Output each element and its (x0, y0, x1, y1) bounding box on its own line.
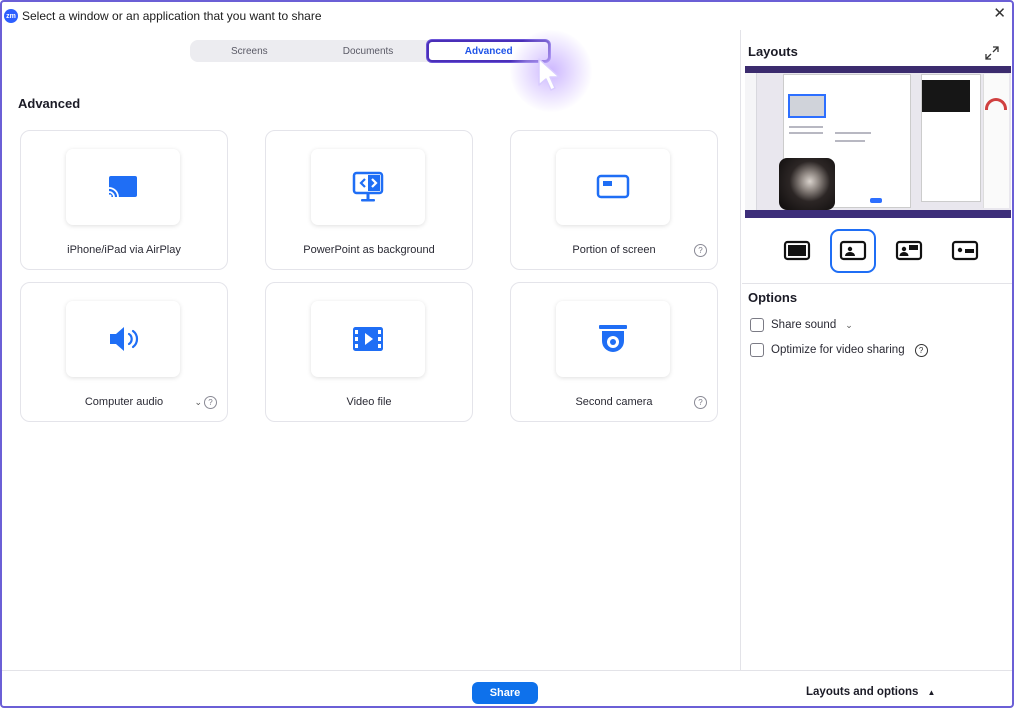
optimize-video-label: Optimize for video sharing (771, 344, 905, 356)
picture-in-picture-layout-icon (839, 240, 867, 261)
share-sound-checkbox[interactable] (750, 318, 764, 332)
layout-option-picture-in-picture[interactable] (830, 229, 876, 273)
layout-option-side-by-side-left[interactable] (886, 229, 932, 273)
layout-option-screen-only[interactable] (774, 229, 820, 273)
mouse-pointer-icon (538, 58, 560, 91)
card-icon-box (311, 301, 425, 377)
card-label: PowerPoint as background (303, 244, 435, 256)
card-label: iPhone/iPad via AirPlay (67, 244, 181, 256)
options-divider (742, 283, 1012, 284)
options-title: Options (748, 290, 798, 305)
card-icon-box (311, 149, 425, 225)
chevron-down-icon[interactable]: ⌄ (194, 397, 202, 408)
powerpoint-background-icon (352, 171, 384, 202)
airplay-cast-icon (108, 176, 137, 198)
preview-button (870, 198, 882, 203)
layout-preview (745, 66, 1011, 218)
panel-divider (740, 30, 741, 670)
window-title: Select a window or an application that y… (22, 9, 322, 23)
speaker-icon (110, 327, 139, 351)
preview-sidebar (745, 73, 757, 211)
card-powerpoint-background[interactable]: PowerPoint as background (265, 130, 473, 270)
card-icon-box (66, 301, 180, 377)
side-by-side-right-layout-icon (951, 240, 979, 261)
layout-option-side-by-side-right[interactable] (942, 229, 988, 273)
share-sound-label: Share sound (771, 319, 837, 331)
layouts-and-options-label: Layouts and options (806, 686, 919, 698)
footer-divider (2, 670, 1012, 671)
document-camera-icon (599, 325, 627, 352)
help-icon[interactable]: ? (694, 396, 707, 409)
preview-taskbar (745, 210, 1011, 218)
card-icon-box (66, 149, 180, 225)
share-button[interactable]: Share (472, 682, 538, 704)
card-icon-box (556, 149, 670, 225)
card-label: Second camera (575, 396, 653, 408)
layouts-title: Layouts (748, 44, 798, 59)
close-icon[interactable]: ✕ (993, 4, 1006, 22)
video-file-icon (353, 327, 383, 351)
share-tabs: Screens Documents Advanced (190, 40, 551, 62)
optimize-video-checkbox[interactable] (750, 343, 764, 357)
preview-selection (788, 94, 826, 118)
card-second-camera[interactable]: Second camera ? (510, 282, 718, 422)
help-icon[interactable]: ? (914, 343, 928, 357)
preview-topbar (745, 66, 1011, 73)
presenter-video-thumbnail (779, 158, 835, 210)
caret-up-icon: ▲ (927, 687, 936, 697)
preview-line (835, 132, 871, 134)
tab-documents[interactable]: Documents (309, 40, 428, 62)
preview-line (789, 126, 823, 128)
preview-far-panel (983, 74, 1009, 208)
card-portion-of-screen[interactable]: Portion of screen ? (510, 130, 718, 270)
card-computer-audio[interactable]: Computer audio ⌄ ? (20, 282, 228, 422)
title-bar: zm Select a window or an application tha… (2, 2, 1012, 30)
card-airplay[interactable]: iPhone/iPad via AirPlay (20, 130, 228, 270)
help-icon[interactable]: ? (694, 244, 707, 257)
side-by-side-left-layout-icon (895, 240, 923, 261)
tab-screens[interactable]: Screens (190, 40, 309, 62)
zoom-logo: zm (4, 9, 18, 23)
card-label: Video file (346, 396, 392, 408)
section-title-advanced: Advanced (18, 96, 81, 111)
preview-line (789, 132, 823, 134)
card-label: Portion of screen (572, 244, 656, 256)
share-sound-option: Share sound ⌄ (750, 318, 853, 332)
optimize-video-option: Optimize for video sharing ? (750, 343, 928, 357)
portion-of-screen-icon (596, 174, 630, 199)
card-video-file[interactable]: Video file (265, 282, 473, 422)
preview-line (835, 140, 865, 142)
share-dialog-window: zm Select a window or an application tha… (0, 0, 1014, 708)
screen-only-layout-icon (783, 240, 811, 261)
help-icon[interactable]: ? (204, 396, 217, 409)
card-icon-box (556, 301, 670, 377)
chevron-down-icon[interactable]: ⌄ (845, 320, 853, 331)
preview-dark-thumbnail (922, 80, 970, 112)
layouts-and-options-toggle[interactable]: Layouts and options ▲ (806, 686, 935, 698)
expand-icon[interactable] (984, 45, 1000, 61)
